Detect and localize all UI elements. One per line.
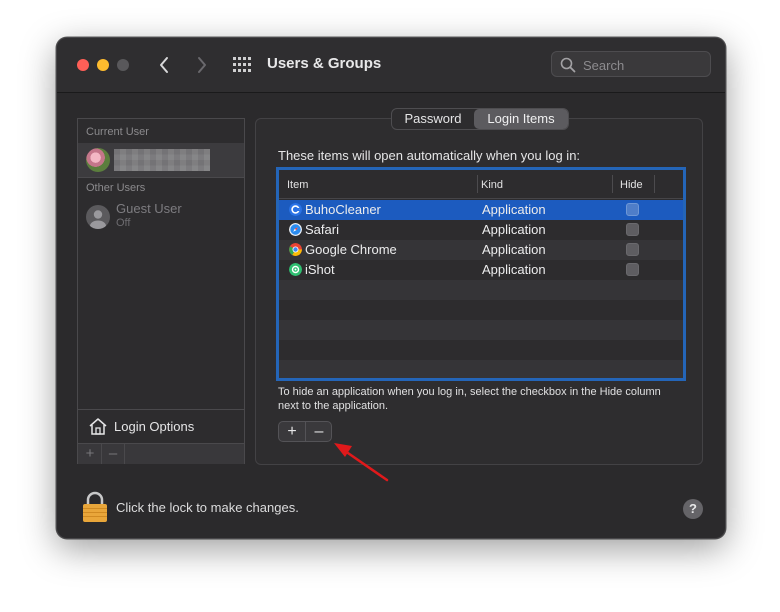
app-kind: Application [482, 222, 546, 237]
buhocleaner-icon [289, 203, 302, 216]
empty-row-stripe [279, 280, 683, 300]
back-button[interactable] [155, 55, 175, 75]
current-user-row[interactable] [78, 143, 244, 178]
column-header-hide[interactable]: Hide [620, 179, 643, 191]
column-divider [477, 175, 478, 193]
guest-user-status: Off [116, 217, 131, 229]
hide-checkbox[interactable] [626, 243, 639, 256]
add-login-item-button[interactable]: + [279, 422, 306, 441]
lock-icon[interactable] [81, 490, 109, 524]
login-options-label: Login Options [114, 419, 195, 434]
login-items-table[interactable]: Item Kind Hide BuhoCleaner Application S… [276, 167, 686, 381]
help-button[interactable]: ? [683, 499, 703, 519]
add-remove-control: + – [278, 421, 332, 442]
remove-login-item-button[interactable]: – [306, 422, 332, 441]
google-chrome-icon [289, 243, 302, 256]
house-icon [89, 418, 107, 435]
remove-user-button[interactable]: – [102, 444, 125, 464]
table-header: Item Kind Hide [279, 170, 683, 199]
chevron-right-icon [198, 57, 206, 73]
title-bar: Users & Groups [57, 38, 725, 93]
forward-button[interactable] [191, 55, 211, 75]
users-list: Current User Other Users Guest User Off … [77, 118, 245, 464]
user-avatar [86, 148, 110, 172]
login-options-button[interactable]: Login Options [78, 409, 244, 443]
lock-message: Click the lock to make changes. [116, 500, 299, 515]
search-input[interactable] [581, 55, 705, 75]
users-groups-window: Users & Groups Current User Other Users … [56, 37, 726, 539]
redacted-user-name [114, 149, 210, 171]
search-box[interactable] [551, 51, 711, 77]
empty-row-stripe [279, 320, 683, 340]
close-window-button[interactable] [77, 59, 89, 71]
table-row[interactable]: Safari Application [279, 220, 683, 240]
hide-checkbox[interactable] [626, 203, 639, 216]
add-user-button[interactable]: + [79, 444, 102, 464]
other-users-label: Other Users [86, 182, 146, 194]
hide-checkbox[interactable] [626, 223, 639, 236]
guest-user-row[interactable]: Guest User Off [78, 199, 244, 235]
hide-instructions: To hide an application when you log in, … [278, 386, 661, 412]
tab-password[interactable]: Password [392, 109, 474, 129]
app-kind: Application [482, 202, 546, 217]
users-footer: + – [78, 443, 244, 464]
table-row[interactable]: iShot Application [279, 260, 683, 280]
app-name: iShot [305, 262, 335, 277]
zoom-window-button[interactable] [117, 59, 129, 71]
empty-row-stripe [279, 360, 683, 378]
show-all-button[interactable] [233, 57, 251, 73]
current-user-label: Current User [86, 126, 149, 138]
ishot-icon [289, 263, 302, 276]
guest-avatar-icon [86, 205, 110, 229]
tab-bar: Password Login Items [391, 108, 569, 130]
search-icon [560, 57, 576, 73]
column-divider [654, 175, 655, 193]
hide-checkbox[interactable] [626, 263, 639, 276]
chevron-left-icon [160, 57, 168, 73]
column-divider [612, 175, 613, 193]
app-name: Safari [305, 222, 339, 237]
guest-user-name: Guest User [116, 201, 182, 216]
column-header-item[interactable]: Item [287, 179, 308, 191]
grid-icon [233, 57, 251, 72]
app-name: Google Chrome [305, 242, 397, 257]
login-items-intro: These items will open automatically when… [278, 148, 581, 163]
app-name: BuhoCleaner [305, 202, 381, 217]
safari-icon [289, 223, 302, 236]
window-title: Users & Groups [267, 55, 382, 72]
table-row[interactable]: Google Chrome Application [279, 240, 683, 260]
minimize-window-button[interactable] [97, 59, 109, 71]
tab-login-items[interactable]: Login Items [474, 109, 568, 129]
app-kind: Application [482, 242, 546, 257]
column-header-kind[interactable]: Kind [481, 179, 503, 191]
app-kind: Application [482, 262, 546, 277]
table-row[interactable]: BuhoCleaner Application [279, 200, 683, 220]
